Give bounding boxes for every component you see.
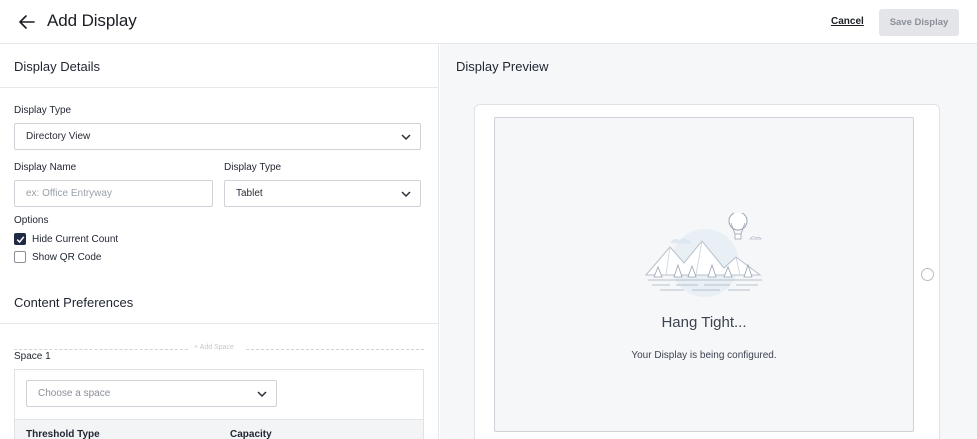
display-name-input[interactable] <box>14 180 213 207</box>
add-space-label: + Add Space <box>194 344 234 351</box>
show-qr-code-label: Show QR Code <box>32 252 102 263</box>
device-type-value: Tablet <box>236 188 263 199</box>
top-bar: Add Display Cancel Save Display <box>0 0 977 44</box>
column-header-threshold-type: Threshold Type <box>26 429 100 439</box>
column-header-capacity: Capacity <box>230 429 272 439</box>
display-details-heading: Display Details <box>14 59 100 74</box>
space-card: Choose a space Threshold Type Capacity <box>14 369 424 439</box>
device-type-select[interactable]: Tablet <box>224 180 421 207</box>
tablet-home-button <box>921 268 934 281</box>
back-button[interactable] <box>16 12 38 32</box>
hide-current-count-checkbox[interactable] <box>14 233 26 245</box>
space-title: Space 1 <box>14 351 51 362</box>
checkmark-icon <box>16 236 25 244</box>
display-type-label: Display Type <box>14 105 72 116</box>
add-space-divider[interactable]: + Add Space <box>14 344 424 354</box>
tablet-screen: Hang Tight... Your Display is being conf… <box>494 117 914 432</box>
status-message: Your Display is being configured. <box>631 350 777 361</box>
save-display-button[interactable]: Save Display <box>879 9 959 36</box>
choose-space-select[interactable]: Choose a space <box>26 380 277 407</box>
display-details-header: Display Details <box>0 44 438 88</box>
tablet-frame: Hang Tight... Your Display is being conf… <box>474 104 940 439</box>
status-title: Hang Tight... <box>661 314 747 331</box>
divider-line <box>246 349 424 350</box>
chevron-down-icon <box>401 134 411 141</box>
cancel-button[interactable]: Cancel <box>831 16 864 27</box>
device-type-label: Display Type <box>224 162 282 173</box>
display-details-panel: Display Details Display Type Directory V… <box>0 44 439 439</box>
show-qr-code-checkbox[interactable] <box>14 251 26 263</box>
display-type-select[interactable]: Directory View <box>14 123 421 150</box>
display-preview-heading: Display Preview <box>456 59 549 74</box>
chevron-down-icon <box>257 391 267 398</box>
hide-current-count-label: Hide Current Count <box>32 234 119 245</box>
mountain-balloon-illustration <box>644 213 762 297</box>
display-preview-panel: Display Preview Hang Tight... Your Displ… <box>440 44 977 439</box>
chevron-down-icon <box>401 191 411 198</box>
page-title: Add Display <box>47 11 137 30</box>
threshold-table-header: Threshold Type Capacity <box>15 419 423 439</box>
divider-line <box>14 349 188 350</box>
arrow-left-icon <box>19 15 35 29</box>
content-preferences-header: Content Preferences <box>0 280 438 324</box>
choose-space-placeholder: Choose a space <box>38 388 111 399</box>
content-preferences-heading: Content Preferences <box>14 295 134 310</box>
options-label: Options <box>14 215 49 226</box>
display-name-label: Display Name <box>14 162 77 173</box>
display-type-value: Directory View <box>26 131 91 142</box>
